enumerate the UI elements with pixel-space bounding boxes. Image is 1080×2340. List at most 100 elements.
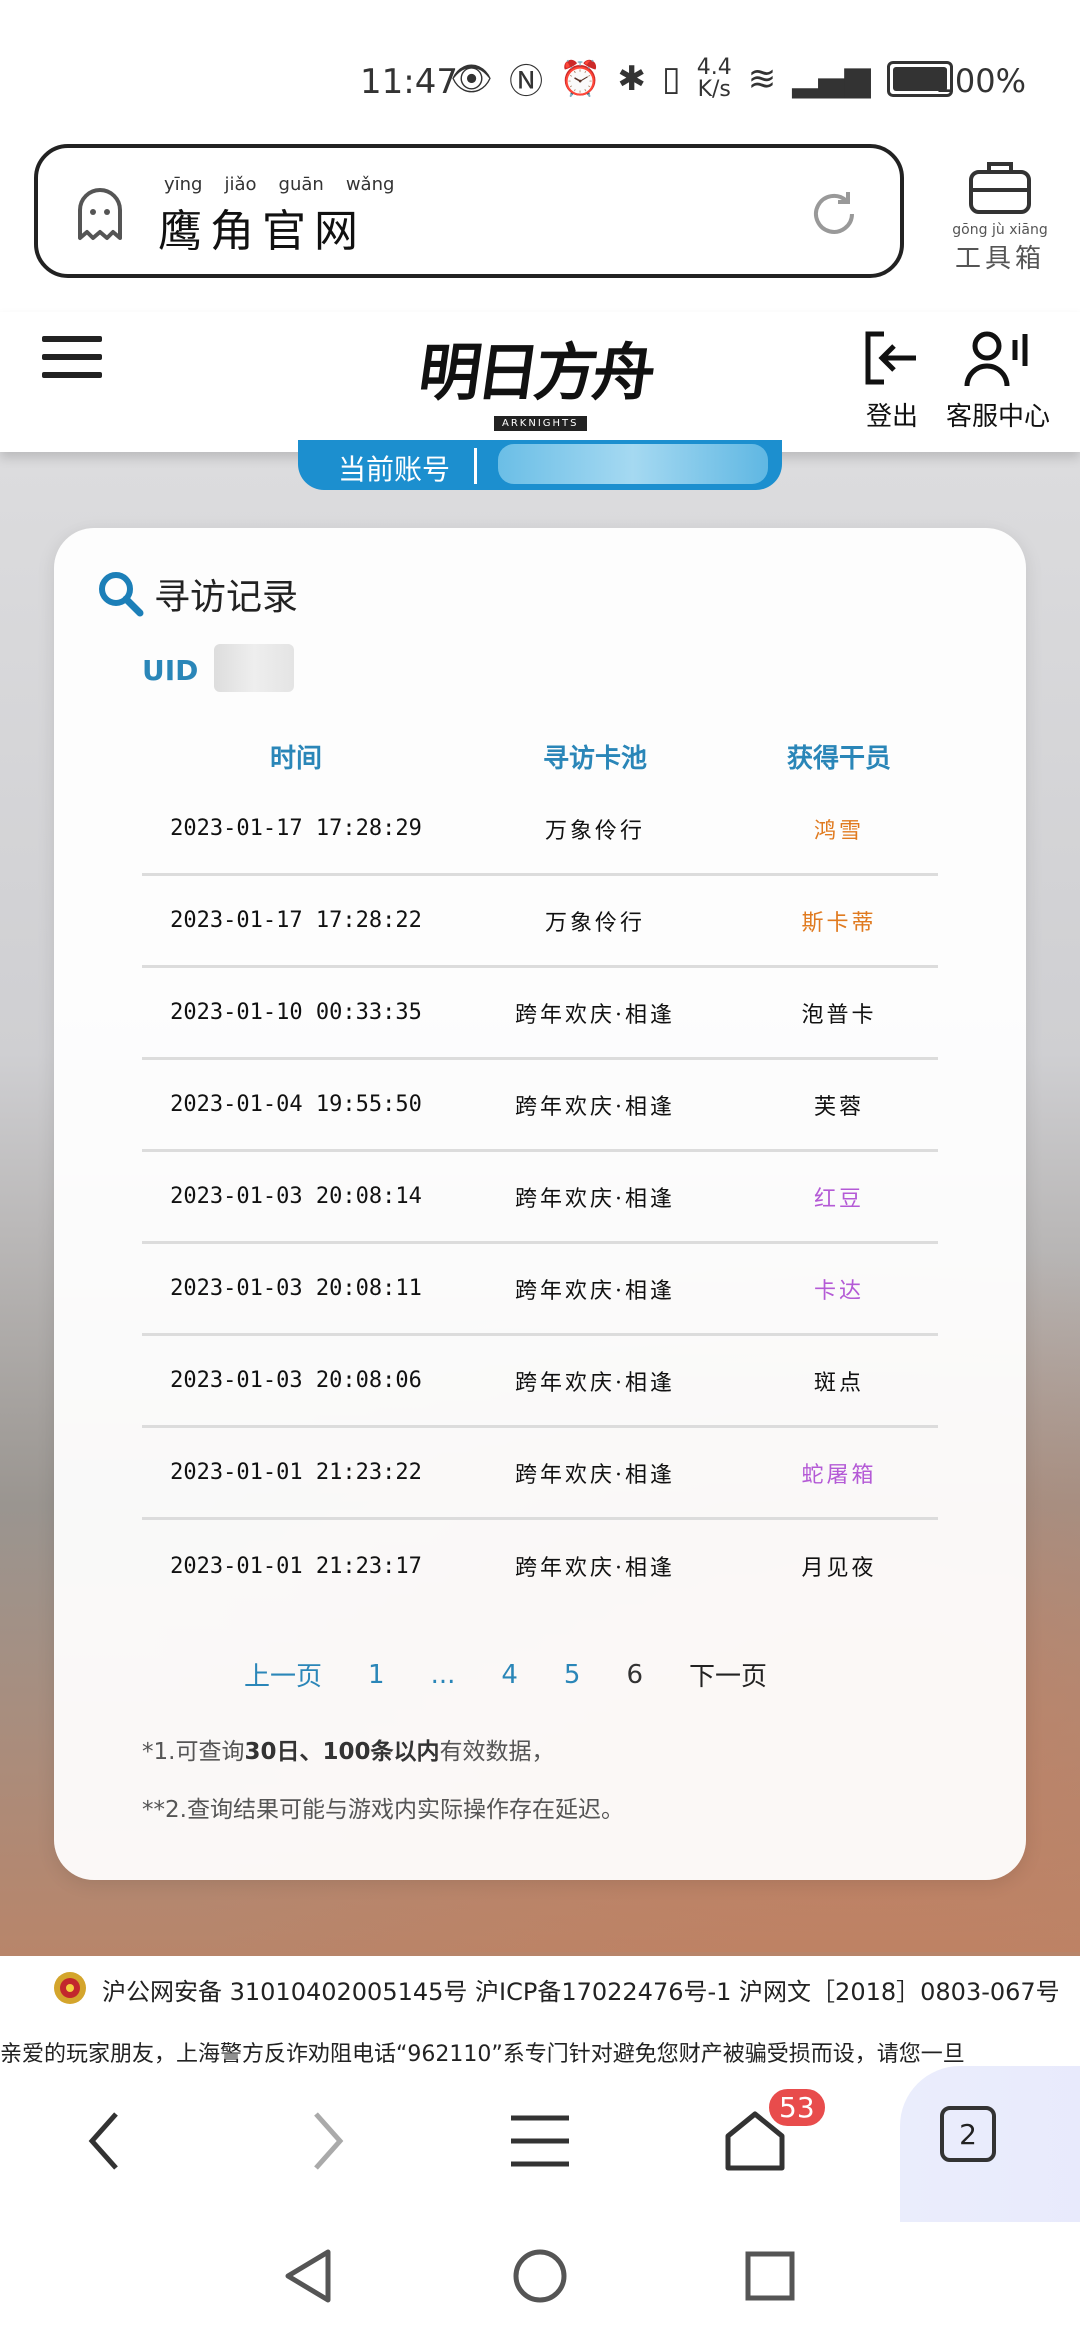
row-operator: 卡达	[813, 1278, 864, 1304]
site-name: yīng jiǎo guān wǎng 鹰角官网	[158, 174, 395, 257]
bluetooth-icon: ✱	[617, 58, 647, 99]
customer-service-button[interactable]: 客服中心	[946, 328, 1050, 433]
row-pool: 跨年欢庆·相逢	[515, 1370, 675, 1396]
table-row: 2023-01-01 21:23:22 跨年欢庆·相逢 蛇屠箱	[142, 1428, 938, 1520]
status-icons: 👁 Ⓝ ⏰ ✱ ▯ 4.4 K/s ≋ ▂▄▆	[450, 54, 953, 103]
signal-icon: ▂▄▆	[792, 58, 871, 99]
table-header: 时间 寻访卡池 获得干员	[142, 728, 938, 784]
registration-text[interactable]: 沪公网安备 31010402005145号 沪ICP备17022476号-1 沪…	[102, 1972, 1060, 2007]
page-current: 6	[626, 1659, 643, 1690]
header-operator: 获得干员	[786, 743, 891, 774]
row-time: 2023-01-01 21:23:22	[170, 1460, 422, 1485]
site-name-pinyin: yīng jiǎo guān wǎng	[164, 174, 395, 195]
site-header: 明日方舟 ARKNIGHTS 登出 客服中心	[0, 312, 1080, 452]
nav-back-icon[interactable]	[282, 2248, 334, 2304]
current-account-bar: 当前账号	[298, 440, 782, 490]
row-time: 2023-01-17 17:28:22	[170, 908, 422, 933]
row-operator: 斯卡蒂	[801, 910, 877, 936]
row-operator: 蛇屠箱	[801, 1462, 877, 1488]
row-pool: 万象伶行	[544, 818, 645, 844]
row-operator: 红豆	[813, 1186, 864, 1212]
row-pool: 跨年欢庆·相逢	[515, 1094, 675, 1120]
table-row: 2023-01-03 20:08:11 跨年欢庆·相逢 卡达	[142, 1244, 938, 1336]
row-operator: 月见夜	[801, 1556, 877, 1581]
next-page-link[interactable]: 下一页	[689, 1656, 767, 1693]
row-time: 2023-01-01 21:23:17	[170, 1553, 422, 1579]
nfc-icon: Ⓝ	[509, 62, 544, 102]
note-1: *1.可查询30日、100条以内有效数据，	[142, 1739, 555, 1765]
header-pool: 寻访卡池	[542, 743, 647, 774]
status-time: 11:47	[360, 62, 458, 102]
row-pool: 跨年欢庆·相逢	[515, 1186, 675, 1212]
row-time: 2023-01-03 20:08:06	[170, 1368, 422, 1393]
gacha-record-card: 寻访记录 UID 时间 寻访卡池 获得干员 2023-01-17 17:28:2…	[54, 528, 1026, 1880]
row-operator: 鸿雪	[813, 818, 864, 844]
row-pool: 跨年欢庆·相逢	[515, 1002, 675, 1028]
uid-redacted	[214, 644, 294, 692]
row-operator: 泡普卡	[801, 1002, 877, 1028]
row-pool: 跨年欢庆·相逢	[515, 1462, 675, 1488]
toolbox-button[interactable]: gōng jù xiāng 工具箱	[950, 156, 1050, 275]
announcement-ticker: 亲爱的玩家朋友，上海警方反诈劝阻电话“962110”系专门针对避免您财产被骗受损…	[0, 2042, 965, 2066]
table-row: 2023-01-17 17:28:29 万象伶行 鸿雪	[142, 784, 938, 876]
tabs-button[interactable]: 2	[940, 2106, 996, 2162]
page-link-5[interactable]: 5	[564, 1660, 581, 1690]
prev-page-link[interactable]: 上一页	[244, 1656, 322, 1693]
pagination: 上一页 1 ... 4 5 6 下一页	[244, 1656, 813, 1693]
row-time: 2023-01-10 00:33:35	[170, 1000, 422, 1025]
record-table: 时间 寻访卡池 获得干员 2023-01-17 17:28:29 万象伶行 鸿雪 20…	[142, 728, 938, 1612]
nav-recents-icon[interactable]	[744, 2250, 796, 2302]
uid-label: UID	[142, 654, 199, 687]
vibrate-icon: ▯	[662, 58, 681, 99]
toolbox-pinyin: gōng jù xiāng	[952, 222, 1048, 238]
page-ellipsis: ...	[430, 1659, 456, 1690]
address-bar[interactable]: yīng jiǎo guān wǎng 鹰角官网	[34, 144, 904, 278]
row-time: 2023-01-17 17:28:29	[170, 816, 422, 841]
back-icon[interactable]	[72, 2106, 142, 2176]
row-pool: 跨年欢庆·相逢	[515, 1278, 675, 1304]
status-bar: 11:47 👁 Ⓝ ⏰ ✱ ▯ 4.4 K/s ≋ ▂▄▆ 100%	[0, 0, 1080, 140]
row-pool: 跨年欢庆·相逢	[515, 1556, 675, 1581]
table-row: 2023-01-03 20:08:06 跨年欢庆·相逢 斑点	[142, 1336, 938, 1428]
table-row: 2023-01-03 20:08:14 跨年欢庆·相逢 红豆	[142, 1152, 938, 1244]
menu-icon[interactable]	[42, 336, 102, 386]
table-row: 2023-01-04 19:55:50 跨年欢庆·相逢 芙蓉	[142, 1060, 938, 1152]
site-footer: 沪公网安备 31010402005145号 沪ICP备17022476号-1 沪…	[0, 1956, 1080, 2066]
net-speed: 4.4 K/s	[696, 54, 732, 102]
eye-icon: 👁	[450, 58, 494, 99]
system-nav-bar	[0, 2222, 1080, 2340]
note-2: **2.查询结果可能与游戏内实际操作存在延迟。	[142, 1797, 624, 1823]
wifi-icon: ≋	[747, 58, 777, 99]
browser-toolbar: 53 2	[0, 2066, 1080, 2222]
reload-icon[interactable]	[808, 188, 860, 240]
ghost-icon	[78, 188, 122, 240]
menu-lines-icon[interactable]	[505, 2106, 575, 2176]
nav-home-icon[interactable]	[512, 2248, 568, 2304]
row-time: 2023-01-03 20:08:14	[170, 1184, 422, 1209]
account-redacted	[498, 444, 768, 484]
table-row: 2023-01-17 17:28:22 万象伶行 斯卡蒂	[142, 876, 938, 968]
row-operator: 斑点	[813, 1370, 864, 1396]
table-row: 2023-01-10 00:33:35 跨年欢庆·相逢 泡普卡	[142, 968, 938, 1060]
table-body: 2023-01-17 17:28:29 万象伶行 鸿雪 2023-01-17 17:2…	[142, 784, 938, 1612]
logout-icon	[865, 331, 916, 385]
game-logo-sub: ARKNIGHTS	[494, 416, 587, 431]
alarm-icon: ⏰	[559, 58, 602, 99]
page-link-4[interactable]: 4	[501, 1660, 518, 1690]
row-time: 2023-01-04 19:55:50	[170, 1092, 422, 1117]
game-logo: 明日方舟	[414, 336, 657, 409]
battery-percentage: 100%	[934, 62, 1026, 100]
forward-icon[interactable]	[290, 2106, 360, 2176]
page-link-1[interactable]: 1	[368, 1660, 385, 1690]
search-icon	[99, 572, 144, 617]
row-pool: 万象伶行	[544, 910, 645, 936]
briefcase-icon	[969, 162, 1031, 214]
logout-button[interactable]: 登出	[862, 328, 922, 433]
header-time: 时间	[269, 743, 322, 774]
row-time: 2023-01-03 20:08:11	[170, 1276, 422, 1301]
police-badge-icon	[54, 1972, 86, 2004]
current-account-label: 当前账号	[338, 453, 451, 486]
row-operator: 芙蓉	[813, 1094, 864, 1120]
home-notification-badge: 53	[766, 2086, 828, 2129]
card-title: 寻访记录	[96, 568, 298, 620]
